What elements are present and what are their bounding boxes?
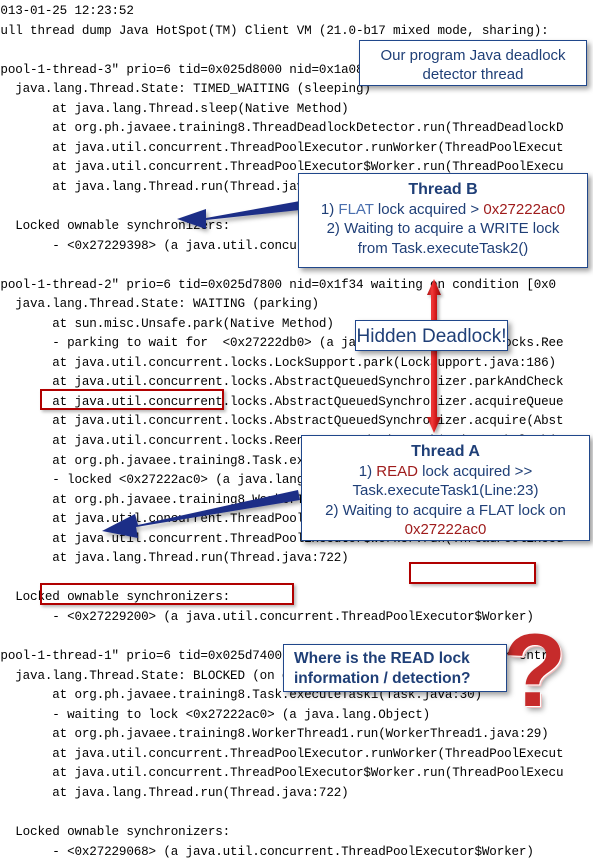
dump-line: at org.ph.javaee.training8.ThreadDeadloc… <box>0 121 564 136</box>
dump-line: at java.util.concurrent.ThreadPoolExecut… <box>0 746 564 761</box>
callout-thread-a-line3: 2) Waiting to acquire a FLAT lock on <box>325 501 566 519</box>
dump-line: at java.util.concurrent.locks.AbstractQu… <box>0 414 564 429</box>
thread-a-lock-address: 0x27222ac0 <box>404 521 487 538</box>
dump-line <box>0 803 593 823</box>
thread-b-l1-mid: lock acquired > <box>373 200 484 218</box>
callout-hidden-deadlock-text: Hidden Deadlock! <box>356 326 507 347</box>
callout-thread-a: Thread A 1) READ lock acquired >> Task.e… <box>301 435 590 541</box>
blue-arrow-to-synchronizer-1 <box>177 201 300 229</box>
dump-line: - <0x27229068> (a java.util.concurrent.T… <box>0 844 534 859</box>
dump-line: Full thread dump Java HotSpot(TM) Client… <box>0 23 549 38</box>
callout-detector-thread: Our program Java deadlock detector threa… <box>359 40 587 86</box>
dump-line: "pool-1-thread-2" prio=6 tid=0x025d7800 … <box>0 277 556 292</box>
callout-thread-b-title: Thread B <box>408 181 478 198</box>
dump-line: Locked ownable synchronizers: <box>0 824 231 839</box>
thread-b-lock-address: 0x27222ac0 <box>483 200 566 218</box>
dump-line: at java.util.concurrent.ThreadPoolExecut… <box>0 140 564 155</box>
callout-thread-b-line3: from Task.executeTask2() <box>357 239 529 257</box>
callout-read-question-line1: Where is the READ lock <box>294 650 470 667</box>
callout-detector-line2: detector thread <box>422 66 524 83</box>
thread-a-l1-mid: lock acquired >> <box>417 462 533 480</box>
blue-arrow-to-synchronizer-2 <box>102 490 300 538</box>
callout-hidden-deadlock: Hidden Deadlock! <box>355 320 508 351</box>
callout-thread-b-line1: 1) FLAT lock acquired > 0x27222ac0 <box>299 200 587 220</box>
callout-thread-b: Thread B 1) FLAT lock acquired > 0x27222… <box>298 173 588 268</box>
dump-line: at org.ph.javaee.training8.WorkerThread1… <box>0 727 549 742</box>
callout-thread-a-line1: 1) READ lock acquired >> <box>302 462 589 482</box>
thread-b-l1-prefix: 1) <box>320 200 339 218</box>
dump-line: java.lang.Thread.State: WAITING (parking… <box>0 297 319 312</box>
highlight-locked-0x27222ac0 <box>40 389 224 410</box>
callout-thread-b-line2: 2) Waiting to acquire a WRITE lock <box>326 220 560 237</box>
dump-line: at java.lang.Thread.sleep(Native Method) <box>0 101 349 116</box>
callout-read-lock-question: Where is the READ lock information / det… <box>283 644 507 692</box>
dump-line: at java.util.concurrent.ThreadPoolExecut… <box>0 766 564 781</box>
red-double-arrow-deadlock <box>427 279 441 433</box>
dump-line: at java.util.concurrent.locks.LockSuppor… <box>0 355 556 370</box>
callout-thread-a-title: Thread A <box>411 443 480 460</box>
thread-dump-text: 2013-01-25 12:23:52 Full thread dump Java… <box>0 2 593 862</box>
thread-a-read-keyword: READ <box>376 462 418 480</box>
callout-detector-line1: Our program Java deadlock <box>380 47 566 64</box>
question-mark-graphic: ? <box>503 613 567 729</box>
highlight-waiting-to-lock-0x27222ac0 <box>40 583 294 605</box>
thread-a-l1-prefix: 1) <box>358 462 377 480</box>
thread-b-flat-keyword: FLAT <box>338 200 374 218</box>
dump-line: 2013-01-25 12:23:52 <box>0 4 134 18</box>
dump-line: at java.lang.Thread.run(Thread.java:722) <box>0 785 349 800</box>
callout-thread-a-line2: Task.executeTask1(Line:23) <box>352 482 539 499</box>
callout-read-question-line2: information / detection? <box>294 670 471 687</box>
highlight-task-java-30 <box>409 562 536 584</box>
